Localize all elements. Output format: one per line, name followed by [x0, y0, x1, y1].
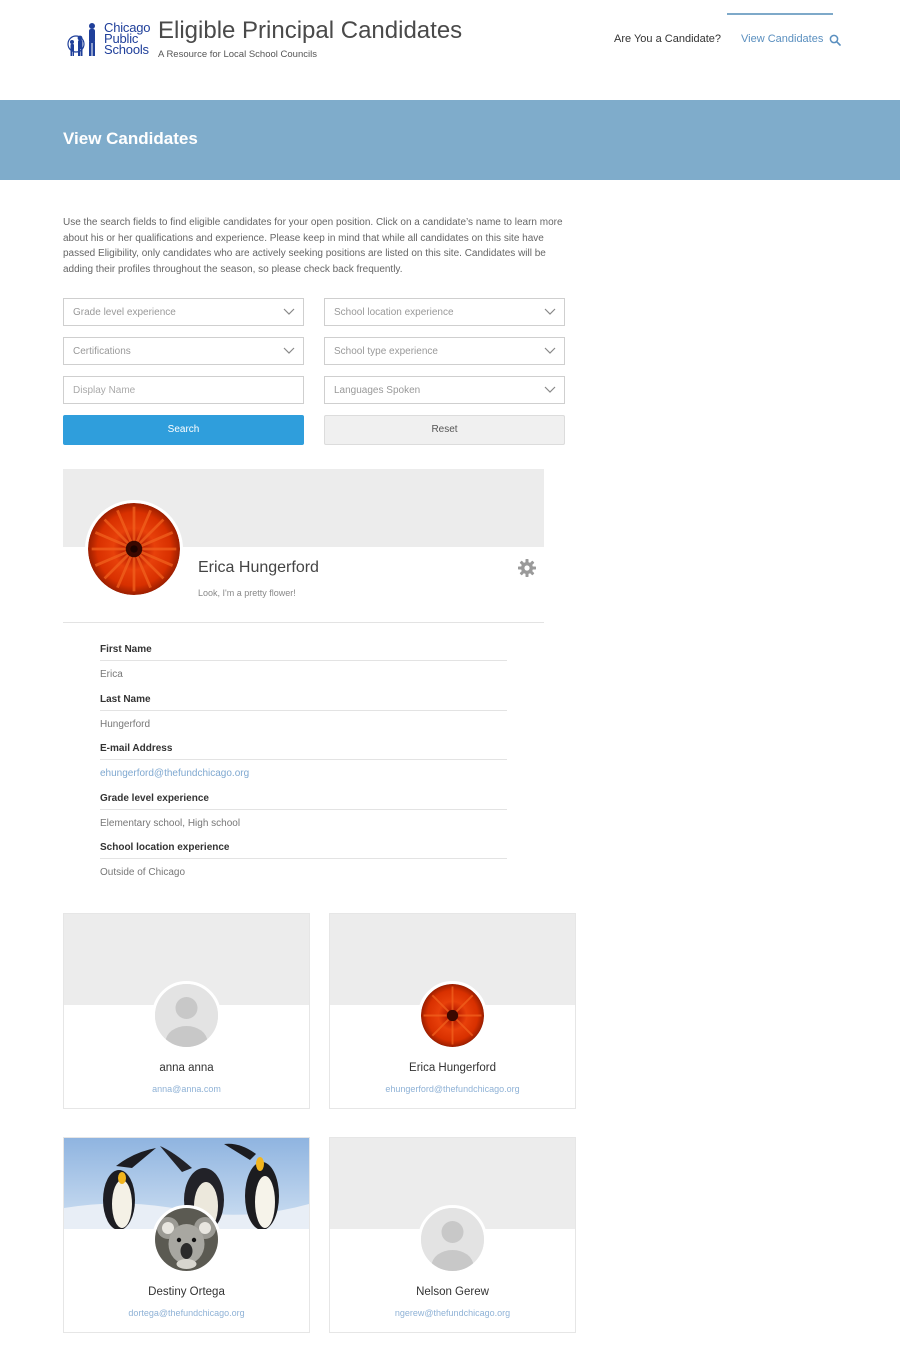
nav-active-indicator — [727, 13, 833, 15]
chevron-down-icon — [283, 347, 295, 354]
logo-line-schools: Schools — [104, 42, 149, 57]
field-label-email: E-mail Address — [100, 743, 507, 760]
chevron-down-icon — [544, 308, 556, 315]
nav-view-candidates[interactable]: View Candidates — [741, 33, 823, 45]
default-avatar-icon — [155, 984, 218, 1047]
avatar — [85, 500, 183, 598]
school-type-select[interactable]: School type experience — [324, 337, 565, 365]
chevron-down-icon — [283, 308, 295, 315]
profile-name: Erica Hungerford — [198, 559, 319, 576]
card-email[interactable]: ehungerford@thefundchicago.org — [330, 1084, 575, 1094]
profile-header: Erica Hungerford Look, I'm a pretty flow… — [63, 469, 544, 624]
chevron-down-icon — [544, 347, 556, 354]
card-name[interactable]: Destiny Ortega — [64, 1286, 309, 1298]
field-value-first-name: Erica — [100, 669, 123, 680]
card-name[interactable]: Nelson Gerew — [330, 1286, 575, 1298]
card-email[interactable]: dortega@thefundchicago.org — [64, 1308, 309, 1318]
display-name-placeholder: Display Name — [73, 385, 136, 396]
field-value-school-location: Outside of Chicago — [100, 867, 186, 878]
logo-figures-icon — [67, 23, 95, 56]
card-name[interactable]: anna anna — [64, 1062, 309, 1074]
reset-button[interactable]: Reset — [324, 415, 565, 445]
intro-text: Use the search fields to find eligible c… — [63, 217, 563, 275]
page-banner: View Candidates — [0, 100, 900, 180]
logo-text: Chicago Public Schools — [104, 21, 150, 57]
display-name-input[interactable]: Display Name — [63, 376, 304, 404]
profile-tagline: Look, I'm a pretty flower! — [198, 588, 296, 598]
grade-level-select-label: Grade level experience — [73, 307, 176, 318]
site-header: Chicago Public Schools Eligible Principa… — [0, 0, 900, 100]
flower-avatar-icon — [88, 503, 180, 595]
field-value-grade-level: Elementary school, High school — [100, 818, 241, 829]
grade-level-select[interactable]: Grade level experience — [63, 298, 304, 326]
field-label-school-location: School location experience — [100, 842, 507, 859]
field-value-email-link[interactable]: ehungerford@thefundchicago.org — [100, 768, 249, 779]
candidate-card[interactable]: anna anna anna@anna.com — [63, 913, 310, 1109]
candidate-card[interactable]: Nelson Gerew ngerew@thefundchicago.org — [329, 1137, 576, 1333]
languages-select[interactable]: Languages Spoken — [324, 376, 565, 404]
field-label-grade-level: Grade level experience — [100, 793, 507, 810]
card-email[interactable]: ngerew@thefundchicago.org — [330, 1308, 575, 1318]
field-label-first-name: First Name — [100, 644, 507, 661]
candidate-card[interactable]: Destiny Ortega dortega@thefundchicago.or… — [63, 1137, 310, 1333]
certifications-select[interactable]: Certifications — [63, 337, 304, 365]
search-icon[interactable] — [829, 34, 841, 46]
avatar — [152, 981, 221, 1050]
nav-are-you-candidate[interactable]: Are You a Candidate? — [614, 33, 721, 45]
default-avatar-icon — [421, 1208, 484, 1271]
page-title: View Candidates — [63, 129, 198, 148]
flower-avatar-icon — [421, 984, 484, 1047]
site-title[interactable]: Eligible Principal Candidates — [158, 17, 462, 45]
site-subtitle: A Resource for Local School Councils — [158, 49, 317, 60]
chevron-down-icon — [544, 386, 556, 393]
profile-divider — [63, 622, 544, 623]
candidate-card[interactable]: Erica Hungerford ehungerford@thefundchic… — [329, 913, 576, 1109]
koala-avatar-icon — [155, 1208, 218, 1271]
school-location-select-label: School location experience — [334, 307, 454, 318]
school-type-select-label: School type experience — [334, 346, 438, 357]
field-value-last-name: Hungerford — [100, 719, 151, 730]
search-button[interactable]: Search — [63, 415, 304, 445]
field-label-last-name: Last Name — [100, 694, 507, 711]
cps-logo[interactable]: Chicago Public Schools — [66, 18, 156, 60]
avatar — [418, 981, 487, 1050]
school-location-select[interactable]: School location experience — [324, 298, 565, 326]
avatar — [152, 1205, 221, 1274]
languages-select-label: Languages Spoken — [334, 385, 421, 396]
avatar — [418, 1205, 487, 1274]
certifications-select-label: Certifications — [73, 346, 131, 357]
card-name[interactable]: Erica Hungerford — [330, 1062, 575, 1074]
card-email[interactable]: anna@anna.com — [64, 1084, 309, 1094]
gear-icon[interactable] — [517, 558, 537, 578]
